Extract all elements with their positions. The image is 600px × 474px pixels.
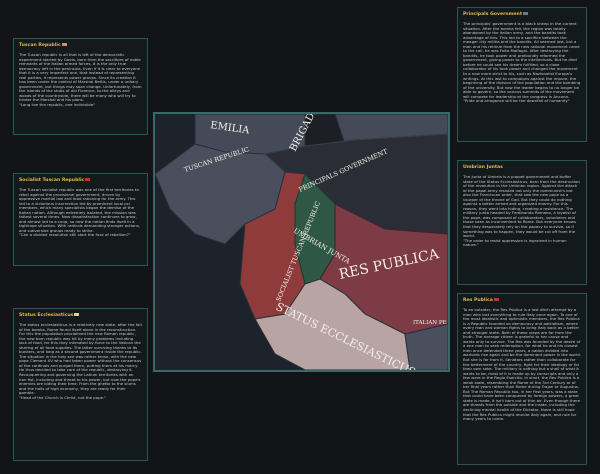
panel-tuscan-republic: Tuscan Republic The Tuscan republic is a…: [13, 38, 148, 135]
panel-umbrian-juntas: Umbrian Juntas The junta of Umbria is a …: [457, 160, 587, 285]
panel-description: The junta of Umbria is a puppet governme…: [463, 174, 580, 248]
flag-icon: [493, 298, 499, 301]
panel-description: The Tuscan republic is all that is left …: [19, 52, 142, 108]
panel-description: The status ecclesiasticus is a relativel…: [19, 322, 142, 400]
panel-status-ecclesiasticus: Status Ecclesiasticus The status ecclesi…: [13, 308, 148, 461]
panel-description: To an outsider, the Res Publica is a las…: [463, 307, 581, 422]
map-view[interactable]: EMILIA BRIGADES TUSCAN REPUBLIC PRINCIPA…: [153, 112, 450, 372]
flag-icon: [74, 313, 80, 316]
panel-principals-government: Principals Government The principals' go…: [457, 7, 587, 142]
flag-icon: [61, 43, 67, 46]
panel-title: Socialist Tuscan Republic: [19, 178, 142, 184]
panel-socialist-tuscan-republic: Socialist Tuscan Republic The Tuscan soc…: [13, 173, 148, 266]
panel-res-publica: Res Publica To an outsider, the Res Publ…: [457, 293, 587, 465]
panel-title: Res Publica: [463, 298, 581, 304]
flag-icon: [85, 178, 91, 181]
panel-title: Status Ecclesiasticus: [19, 313, 142, 319]
panel-title: Principals Government: [463, 12, 581, 18]
panel-title: Tuscan Republic: [19, 43, 142, 49]
panel-description: The Tuscan socialist republic was one of…: [19, 187, 141, 238]
map-svg[interactable]: EMILIA BRIGADES TUSCAN REPUBLIC PRINCIPA…: [155, 114, 448, 370]
label-italian-pe: ITALIAN PE: [413, 320, 447, 326]
panel-description: The principals' government is a black sh…: [463, 21, 581, 104]
panel-title: Umbrian Juntas: [463, 165, 503, 170]
flag-icon: [523, 12, 529, 15]
